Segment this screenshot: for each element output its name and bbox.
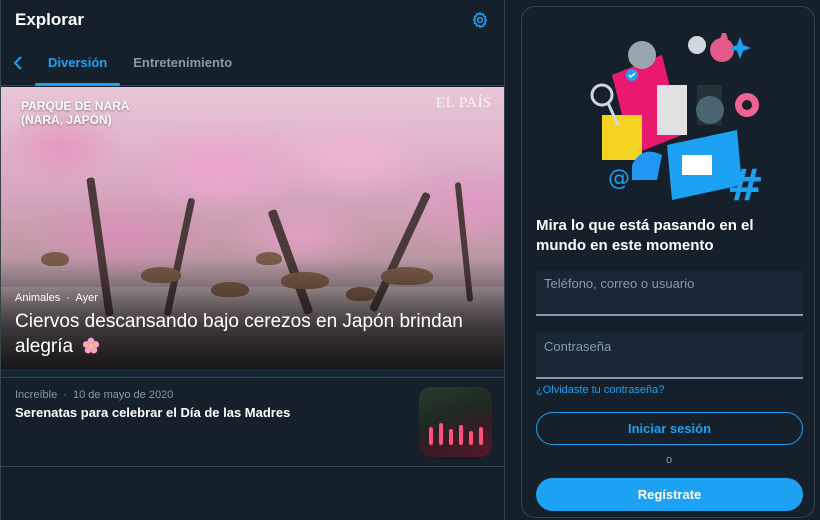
brand-watermark: EL PAÍS — [435, 95, 492, 111]
story-date: 10 de mayo de 2020 — [73, 389, 174, 401]
gear-icon[interactable] — [469, 9, 491, 31]
signup-button[interactable]: Regístrate — [536, 478, 803, 511]
hero-story-card[interactable]: PARQUE DE NARA (NARA, JAPÓN) EL PAÍS Ani… — [1, 87, 504, 369]
story-category: Increíble — [15, 389, 58, 401]
thumb-light — [479, 427, 483, 445]
tab-entretenimiento[interactable]: Entretenimiento — [120, 40, 245, 85]
tab-label: Diversión — [48, 55, 108, 70]
password-field[interactable]: Contraseña — [536, 333, 803, 379]
story-meta: Increíble · 10 de mayo de 2020 — [15, 389, 173, 401]
meta-separator: · — [63, 389, 67, 401]
thumb-light — [439, 423, 443, 445]
explore-tabs: Diversión Entretenimiento — [1, 40, 504, 86]
svg-text:@: @ — [608, 166, 630, 191]
username-field[interactable]: Teléfono, correo o usuario — [536, 270, 803, 316]
tab-label: Entretenimiento — [133, 55, 233, 70]
chevron-left-icon[interactable] — [1, 40, 35, 85]
section-divider — [1, 369, 504, 378]
cherry-blossom-icon — [82, 337, 100, 355]
tab-diversion[interactable]: Diversión — [35, 40, 121, 86]
thumb-light — [459, 425, 463, 445]
trending-collage-illustration: @ # — [572, 15, 768, 211]
story-thumbnail — [419, 387, 492, 457]
thumb-light — [469, 431, 473, 445]
hero-meta: Animales · Ayer — [15, 292, 98, 304]
page-title: Explorar — [15, 10, 84, 29]
hero-time: Ayer — [75, 292, 98, 304]
hero-title: Ciervos descansando bajo cerezos en Japó… — [15, 309, 485, 359]
login-panel: @ # Mira lo que está pasando en el mundo… — [521, 6, 815, 518]
location-tag: PARQUE DE NARA (NARA, JAPÓN) — [21, 99, 130, 127]
trend-story-card[interactable]: Increíble · 10 de mayo de 2020 Serenatas… — [1, 378, 504, 467]
login-headline: Mira lo que está pasando en el mundo en … — [536, 217, 754, 254]
or-divider: o — [665, 454, 673, 466]
svg-text:#: # — [727, 160, 764, 205]
thumb-light — [449, 429, 453, 445]
login-button[interactable]: Iniciar sesión — [536, 412, 803, 445]
hero-category: Animales — [15, 292, 61, 304]
meta-separator: · — [66, 292, 70, 304]
forgot-password-link[interactable]: ¿Olvidaste tu contraseña? — [536, 384, 664, 396]
explore-header: Explorar — [1, 0, 504, 40]
thumb-light — [429, 427, 433, 445]
story-title: Serenatas para celebrar el Día de las Ma… — [15, 405, 291, 420]
